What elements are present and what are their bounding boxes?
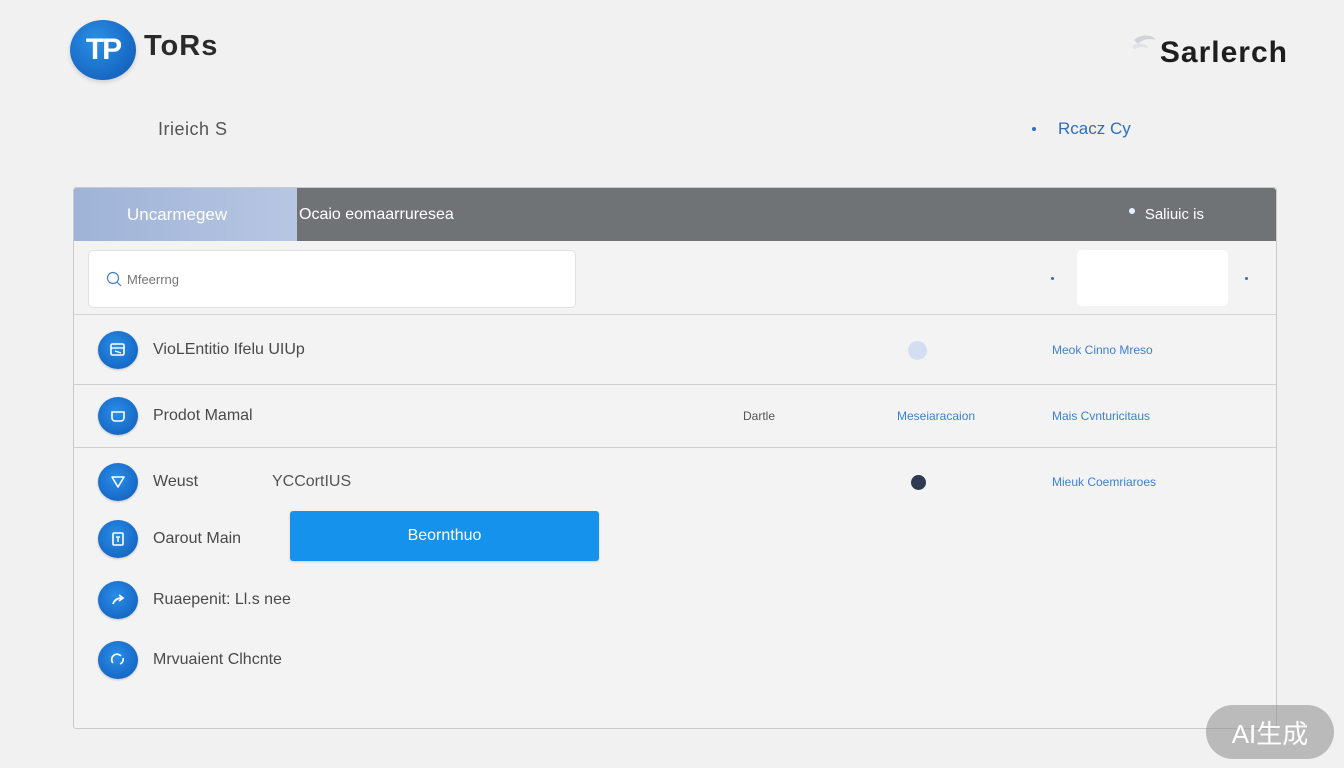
account-link-label: Rcacz Cy xyxy=(1058,119,1131,138)
status-dot-icon xyxy=(1128,207,1135,214)
list-item-label: Ruaepenit: Ll.s nee xyxy=(153,591,291,608)
bullet-icon xyxy=(1051,277,1054,280)
brand-text: Sarlerch xyxy=(1159,36,1288,69)
section-subtitle: Irieich S xyxy=(158,119,228,139)
list-item[interactable]: VioLEntitio Ifelu UIUp Meok Cinno Mreso xyxy=(74,316,1276,385)
list-item-label: VioLEntitio Ifelu UIUp xyxy=(153,341,305,358)
ai-generated-watermark: AI生成 xyxy=(1206,705,1334,759)
panel-header: Uncarmegew Ocaio eomaarruresea Saliuic i… xyxy=(74,188,1276,241)
row-link[interactable]: Meok Cinno Mreso xyxy=(1052,343,1153,357)
list-item[interactable]: Mrvuaient Clhcnte xyxy=(74,634,1276,686)
search-placeholder: Mfeerrng xyxy=(127,271,180,287)
bullet-icon xyxy=(1245,277,1248,280)
logo[interactable]: TP ToRs xyxy=(70,20,218,80)
row-link[interactable]: Mais Cvnturicitaus xyxy=(1052,409,1150,423)
row-link[interactable]: Mieuk Coemriaroes xyxy=(1052,475,1156,489)
status-dot xyxy=(908,340,927,360)
swoosh-icon xyxy=(1131,35,1156,50)
search-input[interactable]: Mfeerrng xyxy=(88,250,576,308)
list-item[interactable]: Oarout Main xyxy=(74,514,1276,564)
browser-window-icon xyxy=(98,331,138,369)
main-panel: Uncarmegew Ocaio eomaarruresea Saliuic i… xyxy=(73,187,1277,729)
account-link[interactable]: Rcacz Cy xyxy=(1032,119,1131,139)
panel-title: Ocaio eomaarruresea xyxy=(299,205,454,223)
search-icon xyxy=(106,271,122,287)
list-item-label: Prodot Mamal xyxy=(153,407,253,424)
logo-badge: TP xyxy=(70,20,136,80)
primary-action-button[interactable]: Beornthuo xyxy=(290,511,599,561)
status-label: Saliuic is xyxy=(1144,206,1204,223)
chat-bubble-icon xyxy=(98,397,138,435)
list-item[interactable]: Prodot Mamal Dartle Meseiaracaion Mais C… xyxy=(74,385,1276,448)
list-item-label: Mrvuaient Clhcnte xyxy=(153,651,282,668)
logo-text: ToRs xyxy=(144,29,219,62)
list-item-label: Weust xyxy=(153,473,199,490)
share-arrow-icon xyxy=(98,581,138,619)
bullet-icon xyxy=(1032,127,1036,131)
toolbar: Mfeerrng xyxy=(74,241,1276,315)
filter-select[interactable] xyxy=(1077,250,1228,306)
tab-active[interactable]: Uncarmegew xyxy=(74,188,297,241)
document-icon xyxy=(98,520,138,558)
row-tag: YCCortIUS xyxy=(272,473,352,490)
app-page: TP ToRs Sarlerch Irieich S Rcacz Cy Unca… xyxy=(0,0,1344,768)
status-dot xyxy=(911,474,926,490)
list-item[interactable]: Weust YCCortIUS Mieuk Coemriaroes xyxy=(74,450,1276,514)
refresh-icon xyxy=(98,641,138,679)
shield-icon xyxy=(98,463,138,501)
row-category[interactable]: Meseiaracaion xyxy=(897,409,975,423)
list-item[interactable]: Ruaepenit: Ll.s nee xyxy=(74,574,1276,626)
list-item-label: Oarout Main xyxy=(153,530,242,547)
brand: Sarlerch xyxy=(1130,35,1288,70)
row-type: Dartle xyxy=(743,409,776,423)
status-indicator[interactable]: Saliuic is xyxy=(1128,206,1204,223)
